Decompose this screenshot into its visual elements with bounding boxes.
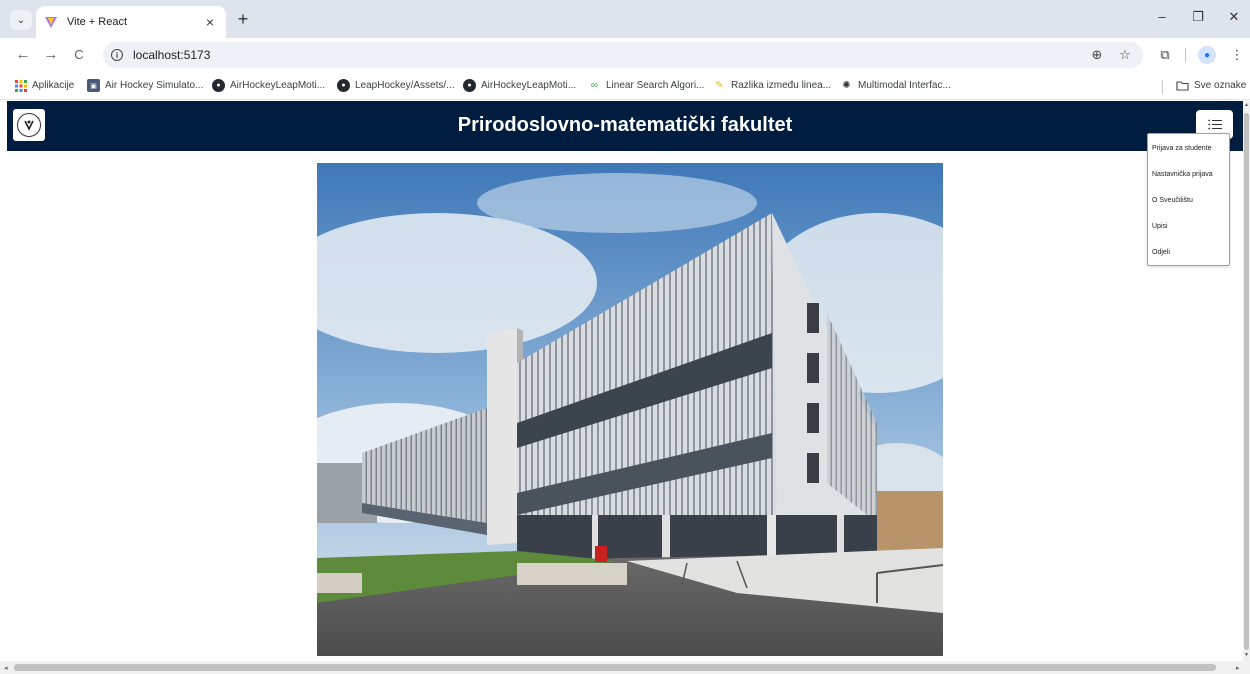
vertical-scrollbar[interactable]: ▲ ▼	[1243, 101, 1250, 661]
minimize-button[interactable]: –	[1152, 9, 1172, 24]
bookmark-item[interactable]: ▣ Air Hockey Simulato...	[87, 79, 203, 92]
url-text: localhost:5173	[133, 48, 211, 62]
browser-toolbar: ← → C i localhost:5173 ⊕ ☆ ⧉ ● ⋮	[0, 38, 1250, 72]
tab-strip: ⌄ Vite + React × + – ❐ ✕	[0, 0, 1250, 38]
horizontal-scroll-thumb[interactable]	[14, 664, 1216, 671]
tab-search-chevron-icon[interactable]: ⌄	[10, 10, 32, 30]
link-icon: ∞	[590, 80, 599, 91]
bookmark-label: LeapHockey/Assets/...	[355, 80, 455, 91]
scroll-left-icon[interactable]: ◂	[4, 664, 8, 672]
bookmarks-divider	[1162, 80, 1163, 94]
menu-kebab-icon[interactable]: ⋮	[1228, 47, 1246, 63]
bookmark-item[interactable]: ● LeapHockey/Assets/...	[337, 79, 455, 92]
bookmark-item[interactable]: ● AirHockeyLeapMoti...	[212, 79, 325, 92]
faculty-building-photo	[317, 163, 943, 656]
bookmark-label: Aplikacije	[32, 80, 75, 91]
bookmark-label: AirHockeyLeapMoti...	[481, 80, 577, 91]
bookmark-label: Sve oznake	[1194, 80, 1247, 91]
chatgpt-icon: ✺	[842, 80, 851, 91]
bookmark-item[interactable]: ✺ Multimodal Interfac...	[840, 79, 951, 92]
list-menu-icon	[1207, 119, 1222, 130]
app-favicon-icon: ▣	[87, 79, 100, 92]
bookmark-label: Air Hockey Simulato...	[105, 80, 204, 91]
bookmarks-bar: Aplikacije ▣ Air Hockey Simulato... ● Ai…	[0, 72, 1250, 100]
pencil-icon: ✎	[715, 80, 724, 91]
vertical-scroll-thumb[interactable]	[1244, 113, 1249, 650]
tab-title: Vite + React	[67, 16, 128, 28]
forward-button[interactable]: →	[42, 46, 60, 63]
zoom-icon[interactable]: ⊕	[1088, 47, 1106, 63]
github-icon: ●	[463, 79, 476, 92]
bookmark-label: Multimodal Interfac...	[858, 80, 951, 91]
back-button[interactable]: ←	[14, 46, 32, 63]
menu-item-departments[interactable]: Odjeli	[1152, 249, 1170, 256]
bookmark-item[interactable]: ∞ Linear Search Algori...	[588, 79, 704, 92]
bookmark-label: Razlika između linea...	[731, 80, 832, 91]
apps-grid-icon	[14, 79, 27, 92]
nav-dropdown-menu: Prijava za studente Nastavnička prijava …	[1147, 133, 1230, 266]
page-viewport: Prirodoslovno-matematički fakultet Prija…	[7, 101, 1243, 661]
new-tab-button[interactable]: +	[234, 9, 252, 30]
site-info-icon[interactable]: i	[111, 49, 123, 61]
toolbar-divider	[1185, 48, 1186, 62]
profile-avatar-icon[interactable]: ●	[1198, 46, 1216, 64]
restore-button[interactable]: ❐	[1188, 9, 1208, 25]
site-navbar: Prirodoslovno-matematički fakultet	[7, 101, 1243, 151]
horizontal-scrollbar[interactable]: ◂ ▸	[0, 661, 1250, 674]
scroll-right-icon[interactable]: ▸	[1236, 664, 1240, 672]
all-bookmarks-folder[interactable]: Sve oznake	[1176, 79, 1246, 92]
reload-button[interactable]: C	[70, 47, 88, 62]
page-title: Prirodoslovno-matematički fakultet	[457, 114, 793, 136]
active-tab[interactable]: Vite + React ×	[36, 6, 226, 38]
menu-item-teacher-login[interactable]: Nastavnička prijava	[1152, 171, 1213, 178]
tab-close-icon[interactable]: ×	[202, 14, 218, 30]
close-window-button[interactable]: ✕	[1224, 9, 1244, 25]
menu-item-about-university[interactable]: O Sveučilištu	[1152, 197, 1193, 204]
menu-item-enrollment[interactable]: Upisi	[1152, 223, 1168, 230]
menu-item-student-login[interactable]: Prijava za studente	[1152, 145, 1212, 152]
vite-favicon-icon	[45, 17, 57, 28]
bookmark-label: AirHockeyLeapMoti...	[230, 80, 326, 91]
github-icon: ●	[212, 79, 225, 92]
bookmark-item[interactable]: ✎ Razlika između linea...	[713, 79, 831, 92]
bookmark-star-icon[interactable]: ☆	[1116, 47, 1134, 63]
github-icon: ●	[337, 79, 350, 92]
extensions-icon[interactable]: ⧉	[1156, 47, 1174, 63]
scroll-down-icon[interactable]: ▼	[1243, 652, 1250, 658]
scroll-up-icon[interactable]: ▲	[1243, 102, 1250, 108]
folder-icon	[1176, 79, 1189, 92]
bookmark-item[interactable]: Aplikacije	[14, 79, 74, 92]
bookmark-label: Linear Search Algori...	[606, 80, 705, 91]
address-bar[interactable]: i localhost:5173 ⊕ ☆	[103, 42, 1143, 68]
bookmark-item[interactable]: ● AirHockeyLeapMoti...	[463, 79, 576, 92]
